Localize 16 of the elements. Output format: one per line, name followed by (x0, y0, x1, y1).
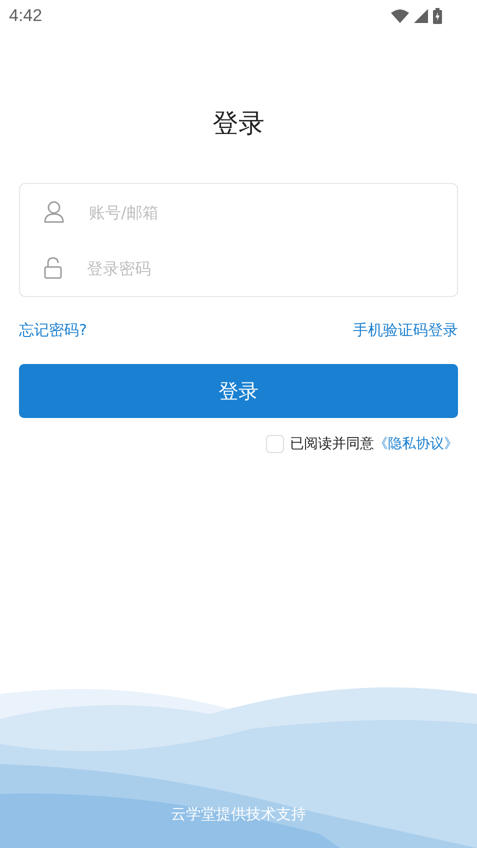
page-title: 登录 (212, 108, 264, 141)
signal-icon (414, 9, 428, 23)
lock-icon (44, 257, 62, 279)
agreement-text: 已阅读并同意 (290, 435, 374, 453)
battery-icon (433, 8, 442, 24)
account-field[interactable]: 账号/邮箱 (87, 202, 433, 222)
user-icon (44, 201, 64, 223)
wifi-icon (391, 9, 409, 23)
privacy-policy-link[interactable]: 《隐私协议》 (374, 435, 458, 453)
status-time: 4:42 (9, 6, 42, 26)
footer-text: 云学堂提供技术支持 (170, 805, 307, 824)
login-button[interactable]: 登录 (19, 364, 458, 418)
forgot-password-link[interactable]: 忘记密码? (19, 321, 87, 340)
sms-login-link[interactable]: 手机验证码登录 (353, 321, 458, 340)
agreement-checkbox[interactable] (266, 435, 284, 453)
password-field[interactable]: 登录密码 (85, 258, 433, 278)
